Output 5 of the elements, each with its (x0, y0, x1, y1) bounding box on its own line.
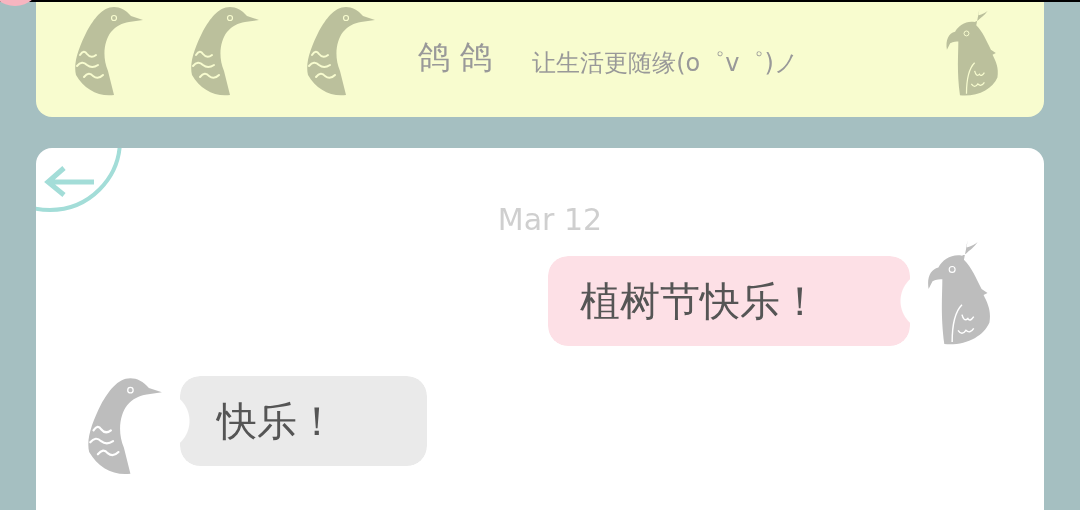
group-title: 鸽 鸽 (418, 36, 493, 78)
group-subtitle: 让生活更随缘(o゜v゜)ノ (532, 47, 799, 79)
message-bubble: 快乐！ (180, 376, 427, 466)
message-bubble: 植树节快乐！ (548, 256, 910, 346)
pigeon-icon (87, 376, 163, 476)
